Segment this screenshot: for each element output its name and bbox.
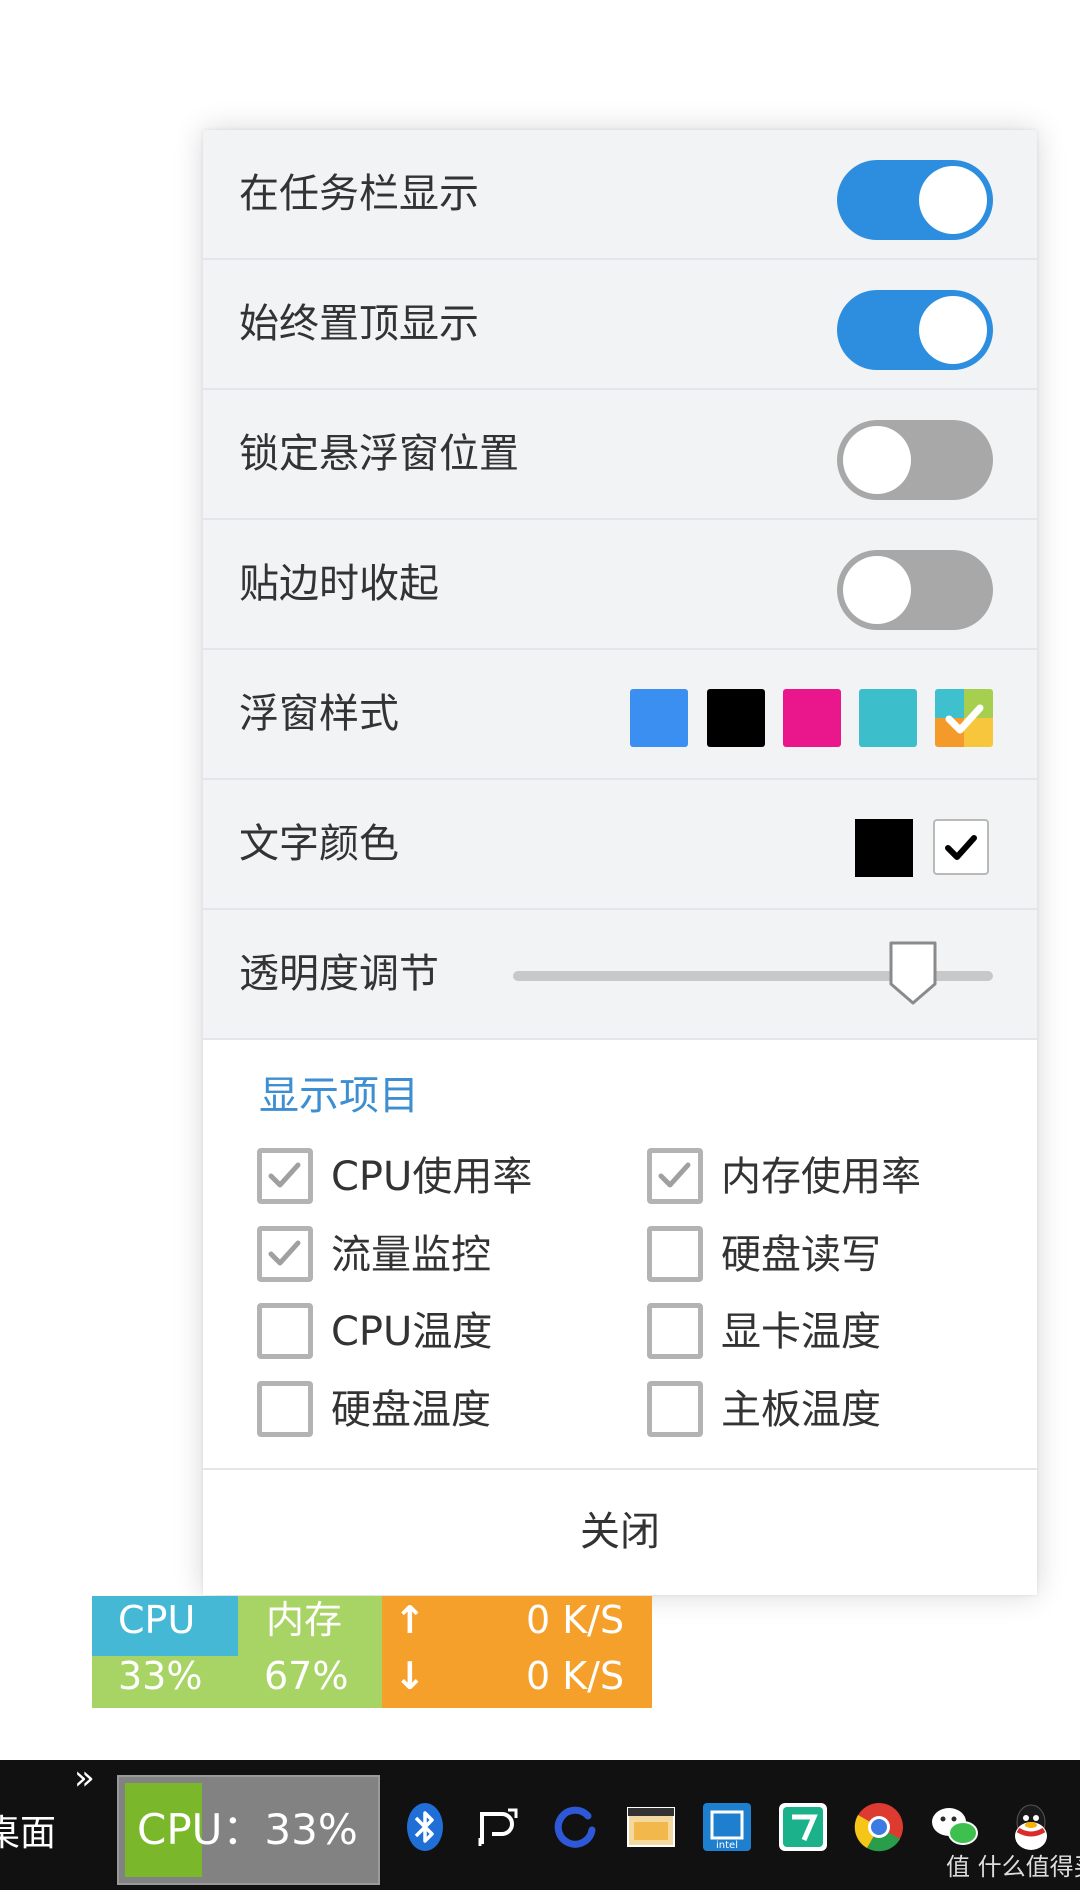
- download-arrow-icon: ↓: [394, 1654, 426, 1698]
- checkmark-icon: [945, 835, 977, 860]
- toggle-knob: [843, 556, 911, 624]
- checkbox-label: 流量监控: [331, 1232, 491, 1278]
- checkbox-box[interactable]: [257, 1381, 313, 1437]
- svg-text:intel: intel: [716, 1840, 738, 1851]
- setting-row-window-style: 浮窗样式: [203, 650, 1037, 780]
- close-button[interactable]: 关闭: [203, 1470, 1037, 1595]
- checkbox-box[interactable]: [257, 1303, 313, 1359]
- checkbox-box[interactable]: [647, 1226, 703, 1282]
- setting-row-show-in-taskbar: 在任务栏显示: [203, 130, 1037, 260]
- upload-arrow-icon: ↑: [394, 1598, 426, 1642]
- show-more-chevron-icon[interactable]: »: [74, 1758, 95, 1798]
- toggle-knob: [843, 426, 911, 494]
- wechat-icon[interactable]: [928, 1800, 982, 1854]
- setting-row-always-on-top: 始终置顶显示: [203, 260, 1037, 390]
- setting-label: 贴边时收起: [239, 561, 439, 607]
- setting-label: 始终置顶显示: [239, 301, 479, 347]
- toggle-knob: [919, 296, 987, 364]
- always-on-top-toggle[interactable]: [837, 290, 993, 370]
- setting-row-text-color: 文字颜色: [203, 780, 1037, 910]
- checkbox-label: 主板温度: [721, 1387, 881, 1433]
- floating-monitor-widget[interactable]: CPU 33% 内存 67% ↑ ↓ 0 K/S 0 K/S: [92, 1596, 652, 1708]
- collapse-at-edge-toggle[interactable]: [837, 550, 993, 630]
- download-speed: 0 K/S: [526, 1654, 625, 1698]
- checkbox-box[interactable]: [647, 1303, 703, 1359]
- taskbar-cpu-label: CPU：33%: [137, 1805, 358, 1854]
- qq-icon[interactable]: [1004, 1800, 1058, 1854]
- taskbar: » 桌面 CPU：33% intel: [0, 1758, 1080, 1890]
- checkbox-label: 显卡温度: [721, 1309, 881, 1355]
- checkbox-box[interactable]: [647, 1148, 703, 1204]
- checkbox-label: 内存使用率: [721, 1154, 921, 1200]
- window-app-icon[interactable]: [624, 1800, 678, 1854]
- circle-app-icon[interactable]: [548, 1800, 602, 1854]
- setting-row-lock-position: 锁定悬浮窗位置: [203, 390, 1037, 520]
- multicolor-checked-swatch-icon[interactable]: [935, 689, 993, 747]
- setting-label: 文字颜色: [239, 821, 399, 867]
- checkmark-icon: [268, 1162, 301, 1188]
- desktop-toolbar-label[interactable]: 桌面: [0, 1804, 56, 1856]
- style-swatch-teal[interactable]: [859, 689, 917, 747]
- setting-label: 在任务栏显示: [239, 171, 479, 217]
- cpu-label: CPU: [118, 1598, 196, 1642]
- setting-label: 锁定悬浮窗位置: [239, 431, 519, 477]
- style-swatch-black[interactable]: [707, 689, 765, 747]
- bluetooth-icon[interactable]: [398, 1800, 452, 1854]
- checkmark-icon: [658, 1162, 691, 1188]
- checkbox-label: CPU使用率: [331, 1154, 533, 1200]
- lock-position-toggle[interactable]: [837, 420, 993, 500]
- style-swatch-pink[interactable]: [783, 689, 841, 747]
- intel-app-icon[interactable]: intel: [700, 1800, 754, 1854]
- watermark: 值 什么值得买: [946, 1853, 1080, 1881]
- checkbox-box[interactable]: [257, 1148, 313, 1204]
- upload-speed: 0 K/S: [526, 1598, 625, 1642]
- show-in-taskbar-toggle[interactable]: [837, 160, 993, 240]
- chrome-icon[interactable]: [852, 1800, 906, 1854]
- toggle-knob: [919, 166, 987, 234]
- setting-row-collapse-at-edge: 贴边时收起: [203, 520, 1037, 650]
- setting-label: 浮窗样式: [239, 691, 399, 737]
- text-color-white-option[interactable]: [933, 819, 989, 875]
- checkbox-label: 硬盘温度: [331, 1387, 491, 1433]
- opacity-slider-thumb[interactable]: [888, 940, 938, 1006]
- checkbox-label: CPU温度: [331, 1309, 493, 1355]
- checkbox-box[interactable]: [647, 1381, 703, 1437]
- green-app-icon[interactable]: [776, 1800, 830, 1854]
- text-color-black-option[interactable]: [855, 819, 913, 877]
- floating-window-settings-panel: 在任务栏显示 始终置顶显示 锁定悬浮窗位置 贴边时收起 浮窗样式 文字颜色 透明…: [203, 130, 1037, 1595]
- checkbox-label: 硬盘读写: [721, 1232, 881, 1278]
- cpu-value: 33%: [118, 1654, 203, 1698]
- memory-label: 内存: [266, 1598, 343, 1642]
- display-items-title: 显示项目: [259, 1073, 419, 1119]
- setting-label: 透明度调节: [239, 951, 439, 997]
- style-swatch-blue[interactable]: [630, 689, 688, 747]
- setting-row-opacity: 透明度调节: [203, 910, 1037, 1040]
- memory-value: 67%: [264, 1654, 349, 1698]
- checkmark-icon: [268, 1240, 301, 1266]
- checkbox-box[interactable]: [257, 1226, 313, 1282]
- p-app-icon[interactable]: [472, 1800, 526, 1854]
- taskbar-cpu-widget[interactable]: CPU：33%: [117, 1775, 380, 1885]
